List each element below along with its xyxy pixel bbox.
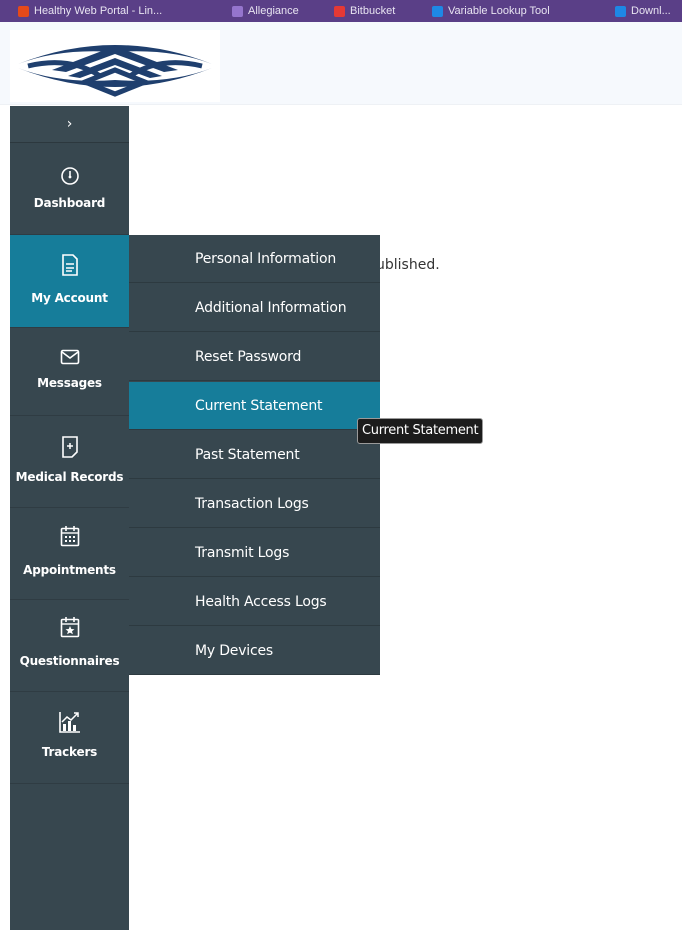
bookmark-item[interactable]: Variable Lookup Tool [432,4,550,18]
sidebar: › Dashboard My Account Messages Medical … [10,106,129,930]
sidebar-item-label: My Account [31,291,108,305]
submenu-item-transaction-logs[interactable]: Transaction Logs [129,480,380,528]
sidebar-item-label: Trackers [41,745,98,759]
sidebar-item-label: Dashboard [33,196,106,210]
bookmark-item[interactable]: Bitbucket [334,4,395,18]
chevron-right-icon: › [66,116,73,132]
sidebar-toggle-button[interactable]: › [10,106,129,143]
medical-file-icon [61,436,78,458]
bookmark-item[interactable]: Downl... [615,4,671,18]
speedometer-icon [60,167,79,185]
sidebar-item-appointments[interactable]: Appointments [10,508,129,600]
calendar-star-icon [60,617,79,638]
bookmark-label: Allegiance [248,5,299,17]
bookmark-label: Healthy Web Portal - Lin... [34,5,163,17]
logo[interactable] [10,30,220,102]
bookmark-favicon-icon [232,5,243,17]
sidebar-item-label: Questionnaires [19,654,120,668]
sidebar-item-dashboard[interactable]: Dashboard [10,143,129,235]
submenu-item-reset-password[interactable]: Reset Password [129,333,380,381]
app-header [0,22,682,105]
bookmark-favicon-icon [615,5,626,17]
submenu-item-personal-information[interactable]: Personal Information [129,235,380,283]
sidebar-item-label: Messages [37,376,102,390]
browser-bookmarks-bar: Healthy Web Portal - Lin... Allegiance B… [0,0,682,22]
document-icon [61,254,78,276]
submenu-item-additional-information[interactable]: Additional Information [129,284,380,332]
page-content-text: ublished. [376,257,440,273]
bookmark-favicon-icon [18,5,29,17]
chart-icon [58,712,80,733]
tooltip: Current Statement [357,418,484,444]
envelope-icon [60,349,79,365]
sidebar-item-medical-records[interactable]: Medical Records [10,416,129,508]
sidebar-item-my-account[interactable]: My Account [10,235,129,328]
sidebar-item-trackers[interactable]: Trackers [10,692,129,784]
bookmark-label: Variable Lookup Tool [448,5,550,17]
submenu-item-past-statement[interactable]: Past Statement [129,431,380,479]
submenu-item-my-devices[interactable]: My Devices [129,627,380,675]
my-account-submenu: Personal Information Additional Informat… [129,235,380,675]
logo-icon [18,45,212,97]
sidebar-item-label: Appointments [23,563,116,577]
bookmark-favicon-icon [334,5,345,17]
bookmark-label: Bitbucket [350,5,396,17]
sidebar-item-label: Medical Records [15,470,124,484]
submenu-item-health-access-logs[interactable]: Health Access Logs [129,578,380,626]
submenu-item-transmit-logs[interactable]: Transmit Logs [129,529,380,577]
bookmark-item[interactable]: Healthy Web Portal - Lin... [18,4,162,18]
bookmark-item[interactable]: Allegiance [232,4,299,18]
submenu-item-current-statement[interactable]: Current Statement [129,382,380,430]
calendar-icon [60,526,79,547]
bookmark-favicon-icon [432,5,443,17]
sidebar-item-messages[interactable]: Messages [10,328,129,416]
bookmark-label: Downl... [631,5,671,17]
sidebar-item-questionnaires[interactable]: Questionnaires [10,600,129,692]
